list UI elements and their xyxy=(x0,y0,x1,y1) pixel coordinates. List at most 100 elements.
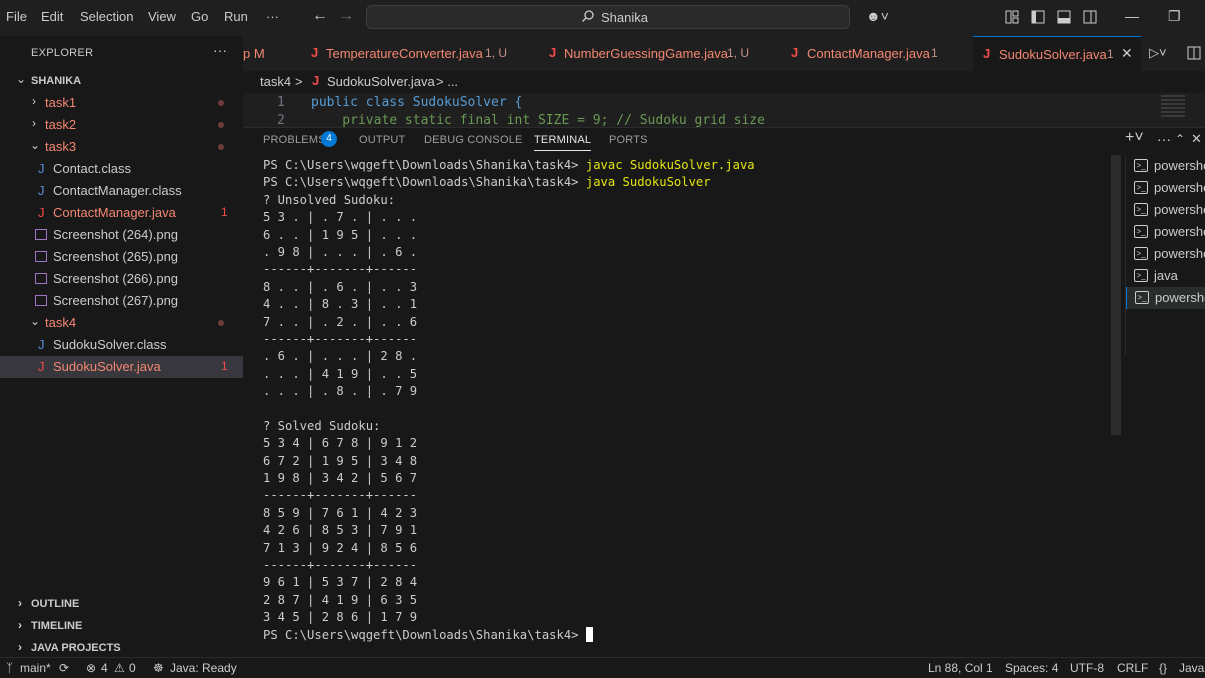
warning-count[interactable]: 0 xyxy=(129,661,136,675)
section-timeline[interactable]: › TIMELINE xyxy=(0,615,243,637)
tree-folder-task3[interactable]: ⌄ task3 xyxy=(0,136,243,158)
tab-sudokusolver[interactable]: J SudokuSolver.java 1 ✕ xyxy=(973,36,1141,71)
terminal-line: . . . | 4 1 9 | . . 5 xyxy=(263,366,1123,383)
terminal-instance[interactable]: >_ powershell xyxy=(1126,155,1205,177)
back-arrow-icon[interactable]: ← xyxy=(312,7,328,25)
sync-icon[interactable]: ⟳ xyxy=(59,661,69,675)
tree-file-contactmanager-java[interactable]: J ContactManager.java 1 xyxy=(0,202,243,224)
terminal-scrollbar[interactable] xyxy=(1111,155,1121,435)
restore-icon[interactable]: ❐ xyxy=(1168,8,1181,25)
terminal-output[interactable]: PS C:\Users\wqgeft\Downloads\Shanika\tas… xyxy=(263,157,1123,644)
section-java-projects[interactable]: › JAVA PROJECTS xyxy=(0,637,243,659)
terminal-text: 6 7 2 | 1 9 5 | 3 4 8 xyxy=(263,453,418,468)
class-file-icon: J xyxy=(38,337,45,352)
command-center-label: Shanika xyxy=(601,10,648,25)
tree-file-contact-class[interactable]: J Contact.class xyxy=(0,158,243,180)
tree-file-screenshot-264[interactable]: Screenshot (264).png xyxy=(0,224,243,246)
terminal-line: ------+-------+------ xyxy=(263,261,1123,278)
terminal-instance[interactable]: >_ java xyxy=(1126,265,1205,287)
terminal-line: 5 3 4 | 6 7 8 | 9 1 2 xyxy=(263,435,1123,452)
toggle-panel-icon[interactable] xyxy=(1057,10,1071,24)
explorer-sidebar: EXPLORER ··· ⌄ SHANIKA › task1 › task2 ⌄… xyxy=(0,36,243,657)
panel-tab-ports[interactable]: PORTS xyxy=(609,134,648,146)
more-icon[interactable]: ··· xyxy=(1157,131,1171,147)
cursor-position[interactable]: Ln 88, Col 1 xyxy=(928,661,993,675)
panel-tab-debug-console[interactable]: DEBUG CONSOLE xyxy=(424,134,523,146)
image-file-icon xyxy=(35,229,47,240)
panel-tab-terminal[interactable]: TERMINAL xyxy=(534,134,592,151)
toggle-secondary-sidebar-icon[interactable] xyxy=(1083,10,1097,24)
terminal-text: 7 1 3 | 9 2 4 | 8 5 6 xyxy=(263,540,418,555)
terminal-instance[interactable]: >_ powershell xyxy=(1126,221,1205,243)
menu-view[interactable]: View xyxy=(148,9,176,24)
close-icon[interactable]: ✕ xyxy=(1121,45,1133,62)
encoding[interactable]: UTF-8 xyxy=(1070,661,1104,675)
forward-arrow-icon[interactable]: → xyxy=(338,7,354,25)
tree-file-sudokusolver-class[interactable]: J SudokuSolver.class xyxy=(0,334,243,356)
tree-file-contactmanager-class[interactable]: J ContactManager.class xyxy=(0,180,243,202)
problem-count-badge: 1 xyxy=(221,359,228,373)
maximize-panel-icon[interactable]: ⌃ xyxy=(1175,132,1185,146)
breadcrumb-file[interactable]: SudokuSolver.java xyxy=(327,74,435,89)
section-outline[interactable]: › OUTLINE xyxy=(0,593,243,615)
indentation[interactable]: Spaces: 4 xyxy=(1005,661,1058,675)
terminal-instance[interactable]: >_ powershell xyxy=(1126,199,1205,221)
menu-run[interactable]: Run xyxy=(224,9,248,24)
tree-folder-task4[interactable]: ⌄ task4 xyxy=(0,312,243,334)
menu-edit[interactable]: Edit xyxy=(41,9,63,24)
line-ending[interactable]: CRLF xyxy=(1117,661,1148,675)
terminal-instance[interactable]: >_ powershell xyxy=(1126,287,1205,309)
tab-label: SudokuSolver.java xyxy=(999,47,1107,62)
tree-label: ContactManager.java xyxy=(53,205,176,220)
branch-name[interactable]: main* xyxy=(20,661,51,675)
terminal-icon: >_ xyxy=(1135,291,1149,304)
section-label: OUTLINE xyxy=(31,598,80,610)
terminal-line: 6 7 2 | 1 9 5 | 3 4 8 xyxy=(263,453,1123,470)
chevron-right-icon: › xyxy=(32,94,36,108)
error-count[interactable]: 4 xyxy=(101,661,108,675)
java-file-icon: J xyxy=(312,73,320,88)
panel-tab-problems[interactable]: PROBLEMS xyxy=(263,134,326,146)
menu-selection[interactable]: Selection xyxy=(80,9,133,24)
new-terminal-icon[interactable]: +˅ xyxy=(1125,129,1144,147)
toggle-sidebar-icon[interactable] xyxy=(1031,10,1045,24)
minimap[interactable] xyxy=(1161,95,1185,117)
minimize-icon[interactable]: — xyxy=(1125,8,1139,24)
tab-label: TemperatureConverter.java xyxy=(326,46,483,61)
tree-label: Contact.class xyxy=(53,161,132,176)
run-icon[interactable]: ▷˅ xyxy=(1149,45,1167,61)
java-status[interactable]: Java: Ready xyxy=(170,661,237,675)
modified-dot xyxy=(218,144,224,150)
tree-file-screenshot-267[interactable]: Screenshot (267).png xyxy=(0,290,243,312)
language-mode[interactable]: Java xyxy=(1179,661,1204,675)
explorer-more-button[interactable]: ··· xyxy=(213,42,227,58)
tab-contactmanager[interactable]: J ContactManager.java 1 xyxy=(781,36,963,71)
braces-icon: {} xyxy=(1159,661,1168,675)
tree-file-sudokusolver-java[interactable]: J SudokuSolver.java 1 xyxy=(0,356,243,378)
breadcrumb-tail[interactable]: > ... xyxy=(436,74,458,89)
tab-partial[interactable]: p M xyxy=(243,36,293,71)
terminal-instance[interactable]: >_ powershell xyxy=(1126,243,1205,265)
terminal-instance[interactable]: >_ powershell xyxy=(1126,177,1205,199)
command-center-search[interactable]: Shanika xyxy=(366,5,850,29)
tab-temperatureconverter[interactable]: J TemperatureConverter.java 1, U xyxy=(301,36,533,71)
panel-tab-output[interactable]: OUTPUT xyxy=(359,134,405,146)
breadcrumb-folder[interactable]: task4 xyxy=(260,74,291,89)
tree-file-screenshot-265[interactable]: Screenshot (265).png xyxy=(0,246,243,268)
tree-label: Screenshot (266).png xyxy=(53,271,179,286)
customize-layout-icon[interactable] xyxy=(1005,10,1019,24)
root-folder-shanika[interactable]: ⌄ SHANIKA xyxy=(0,70,243,92)
close-panel-icon[interactable]: ✕ xyxy=(1191,131,1202,147)
copilot-icon[interactable]: ☻˅ xyxy=(866,8,889,24)
tab-numberguessinggame[interactable]: J NumberGuessingGame.java 1, U xyxy=(539,36,771,71)
split-editor-icon[interactable] xyxy=(1187,46,1201,60)
tree-folder-task2[interactable]: › task2 xyxy=(0,114,243,136)
code-editor[interactable]: 1 public class SudokuSolver { 2 private … xyxy=(243,93,1205,127)
menu-file[interactable]: File xyxy=(6,9,27,24)
tree-file-screenshot-266[interactable]: Screenshot (266).png xyxy=(0,268,243,290)
tree-folder-task1[interactable]: › task1 xyxy=(0,92,243,114)
menu-go[interactable]: Go xyxy=(191,9,208,24)
terminal-prompt-line[interactable]: PS C:\Users\wqgeft\Downloads\Shanika\tas… xyxy=(263,626,1123,644)
terminal-line: 7 . . | . 2 . | . . 6 xyxy=(263,314,1123,331)
menu-more[interactable]: ··· xyxy=(266,9,279,24)
